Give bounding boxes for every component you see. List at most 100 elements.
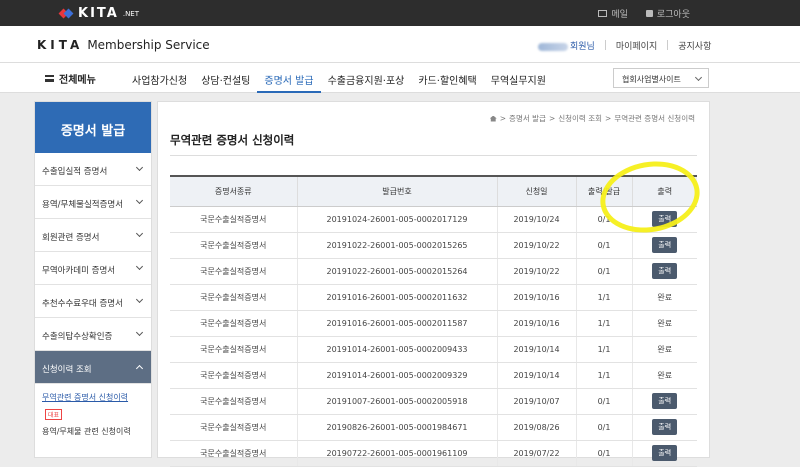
print-button[interactable]: 출력 [652,211,678,227]
cell-date: 2019/08/26 [496,414,576,441]
breadcrumb-item[interactable]: 증명서 발급 [509,113,546,124]
cell-count: 0/1 [575,414,632,441]
sidebar-item-export[interactable]: 수출입실적 증명서 [35,153,151,186]
nav-item-certificate[interactable]: 증명서 발급 [257,63,321,93]
cell-count: 0/1 [575,258,632,285]
table-row: 국문수출실적증명서 20191022-26001-005-0002015265 20… [170,232,697,259]
table-row: 국문수출실적증명서 20191014-26001-005-0002009433 20… [170,336,697,363]
table-row: 국문수출실적증명서 20190722-26001-005-0001961109 20… [170,440,697,467]
nav-item-card[interactable]: 카드·할인혜택 [411,63,483,93]
cell-count: 0/1 [575,388,632,415]
membership-bar: KITA Membership Service 회원님 마이페이지 공지사항 [0,26,800,63]
sidebar-submenu: 무역관련 증명서 신청이력 대표 용역/무체물 관련 신청이력 [35,384,151,437]
top-links: 메일 로그아웃 [598,7,690,20]
cell-count: 1/1 [575,310,632,337]
table-row: 국문수출실적증명서 20191024-26001-005-0002017129 20… [170,206,697,233]
brand-title[interactable]: KITA Membership Service [37,38,210,52]
sidebar-item-fee[interactable]: 추천수수료우대 증명서 [35,285,151,318]
divider [604,40,606,50]
notice-link[interactable]: 공지사항 [678,39,711,52]
cell-count: 1/1 [575,284,632,311]
cell-type: 국문수출실적증명서 [170,388,297,415]
table-row: 국문수출실적증명서 20191022-26001-005-0002015264 20… [170,258,697,285]
status-done: 완료 [657,318,673,328]
chevron-up-icon [135,364,144,373]
sidebar-item-academy[interactable]: 무역아카데미 증명서 [35,252,151,285]
kita-logo[interactable]: KITA .NET [58,6,139,21]
mypage-link[interactable]: 마이페이지 [616,39,657,52]
all-menu-button[interactable]: 전체메뉴 [45,71,96,86]
cell-number: 20191022-26001-005-0002015264 [296,258,497,285]
breadcrumb-item[interactable]: 신청이력 조회 [558,113,602,124]
sidebar-item-member[interactable]: 회원관련 증명서 [35,219,151,252]
kita-logo-icon [58,7,74,21]
cell-date: 2019/07/22 [496,440,576,467]
cell-number: 20191016-26001-005-0002011632 [296,284,497,311]
cell-number: 20191007-26001-005-0002005918 [296,388,497,415]
page-title: 무역관련 증명서 신청이력 [170,133,295,147]
chevron-down-icon [694,73,703,82]
hamburger-icon [45,75,54,82]
cell-number: 20191014-26001-005-0002009329 [296,362,497,389]
cell-type: 국문수출실적증명서 [170,258,297,285]
cell-count: 0/1 [575,440,632,467]
logout-link[interactable]: 로그아웃 [645,7,690,20]
col-header-type: 증명서종류 [170,175,297,207]
mail-link[interactable]: 메일 [598,7,628,20]
cell-type: 국문수출실적증명서 [170,414,297,441]
cell-date: 2019/10/07 [496,388,576,415]
site-select[interactable]: 협회사업별사이트 [613,68,709,88]
nav-item-finance[interactable]: 수출금융지원·포상 [321,63,412,93]
chevron-down-icon [135,328,144,337]
cell-number: 20190826-26001-005-0001984671 [296,414,497,441]
status-done: 완료 [657,370,673,380]
nav-item-trade[interactable]: 무역실무지원 [484,63,553,93]
chevron-down-icon [135,163,144,172]
cell-date: 2019/10/24 [496,206,576,233]
table-header: 증명서종류 발급번호 신청일 출력/발급 출력 [170,175,697,207]
print-button[interactable]: 출력 [652,419,678,435]
nav-items: 사업참가신청 상담·컨설팅 증명서 발급 수출금융지원·포상 카드·할인혜택 무… [125,63,553,93]
cell-type: 국문수출실적증명서 [170,206,297,233]
breadcrumb-item: 무역관련 증명서 신청이력 [614,114,695,123]
sidebar-item-award[interactable]: 수출의탑수상확인증 [35,318,151,351]
cell-number: 20191022-26001-005-0002015265 [296,232,497,259]
breadcrumb: > 증명서 발급 > 신청이력 조회 > 무역관련 증명서 신청이력 [489,113,695,124]
table-row: 국문수출실적증명서 20190826-26001-005-0001984671 20… [170,414,697,441]
cell-print: 출력 [631,388,697,415]
cell-print: 완료 [631,284,697,311]
status-done: 완료 [657,344,673,354]
cell-print: 완료 [631,362,697,389]
cell-date: 2019/10/16 [496,284,576,311]
blurred-name [538,42,568,51]
cell-number: 20190722-26001-005-0001961109 [296,440,497,467]
mail-icon [598,10,608,17]
nav-item-event[interactable]: 사업참가신청 [125,63,194,93]
cell-count: 1/1 [575,336,632,363]
col-header-number: 발급번호 [296,175,497,207]
cell-type: 국문수출실적증명서 [170,310,297,337]
nav-item-consulting[interactable]: 상담·컨설팅 [194,63,257,93]
table-row: 국문수출실적증명서 20191016-26001-005-0002011587 20… [170,310,697,337]
sidebar-item-history[interactable]: 신청이력 조회 [35,351,151,384]
cell-number: 20191016-26001-005-0002011587 [296,310,497,337]
user-name: 회원님 [538,39,595,52]
sidebar-sub-service-history[interactable]: 용역/무체물 관련 신청이력 [42,426,151,437]
col-header-print: 출력 [631,175,697,207]
sidebar-sub-trade-history[interactable]: 무역관련 증명서 신청이력 [42,392,151,403]
print-button[interactable]: 출력 [652,393,678,409]
cell-number: 20191014-26001-005-0002009433 [296,336,497,363]
cell-count: 0/1 [575,232,632,259]
badge: 대표 [45,409,63,420]
home-icon[interactable] [489,115,497,122]
print-button[interactable]: 출력 [652,237,678,253]
cell-type: 국문수출실적증명서 [170,232,297,259]
cell-date: 2019/10/22 [496,232,576,259]
sidebar-item-service[interactable]: 용역/무체물실적증명서 [35,186,151,219]
cell-print: 완료 [631,310,697,337]
print-button[interactable]: 출력 [652,445,678,461]
print-button[interactable]: 출력 [652,263,678,279]
cell-type: 국문수출실적증명서 [170,440,297,467]
top-bar: KITA .NET 메일 로그아웃 [0,0,800,26]
chevron-down-icon [135,262,144,271]
